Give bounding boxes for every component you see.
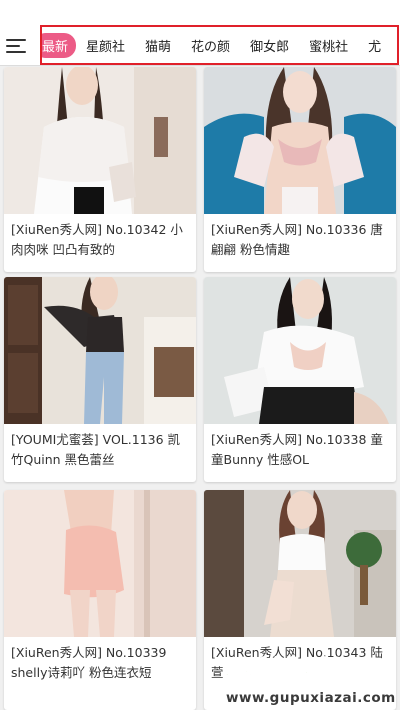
card-title: [XiuRen秀人网] No.10343 陆萱 <box>211 645 383 680</box>
tab-latest[interactable]: 最新 <box>42 32 77 58</box>
tab-xingyanshe[interactable]: 星颜社 <box>76 36 135 55</box>
card-title: [YOUMI尤蜜荟] VOL.1136 凯竹Quinn 黑色蕾丝 <box>11 432 181 467</box>
card-title: [XiuRen秀人网] No.10338 童童Bunny 性感OL <box>211 432 383 467</box>
tab-you[interactable]: 尤 <box>358 36 391 55</box>
gallery-card[interactable]: [YOUMI尤蜜荟] VOL.1136 凯竹Quinn 黑色蕾丝 <box>4 277 196 482</box>
thumbnail-image[interactable] <box>204 490 396 637</box>
thumbnail-image[interactable] <box>4 67 196 214</box>
card-title: [XiuRen秀人网] No.10339 shelly诗莉吖 粉色连衣短 <box>11 645 167 680</box>
thumbnail-image[interactable] <box>204 277 396 424</box>
gallery-card[interactable]: [XiuRen秀人网] No.10338 童童Bunny 性感OL <box>204 277 396 482</box>
thumbnail-image[interactable] <box>204 67 396 214</box>
top-bar: 最新 星颜社 猫萌 花の颜 御女郎 蜜桃社 尤 <box>0 0 400 66</box>
gallery-card[interactable]: [XiuRen秀人网] No.10342 小肉肉咪 凹凸有致的 <box>4 67 196 272</box>
card-title: [XiuRen秀人网] No.10336 唐翩翩 粉色情趣 <box>211 222 383 257</box>
card-title: [XiuRen秀人网] No.10342 小肉肉咪 凹凸有致的 <box>11 222 183 257</box>
category-tabs[interactable]: 最新 星颜社 猫萌 花の颜 御女郎 蜜桃社 尤 <box>40 25 399 65</box>
tab-maomeng[interactable]: 猫萌 <box>135 36 181 55</box>
thumbnail-image[interactable] <box>4 277 196 424</box>
gallery-card[interactable]: [XiuRen秀人网] No.10339 shelly诗莉吖 粉色连衣短 <box>4 490 196 710</box>
tab-huanoyan[interactable]: 花の颜 <box>181 36 240 55</box>
gallery-card[interactable]: [XiuRen秀人网] No.10343 陆萱 <box>204 490 396 710</box>
gallery-grid: [XiuRen秀人网] No.10342 小肉肉咪 凹凸有致的 [XiuRen秀… <box>0 67 400 710</box>
tab-yunvlang[interactable]: 御女郎 <box>240 36 299 55</box>
tab-mitaoshe[interactable]: 蜜桃社 <box>299 36 358 55</box>
gallery-card[interactable]: [XiuRen秀人网] No.10336 唐翩翩 粉色情趣 <box>204 67 396 272</box>
menu-icon[interactable] <box>6 36 28 56</box>
thumbnail-image[interactable] <box>4 490 196 637</box>
